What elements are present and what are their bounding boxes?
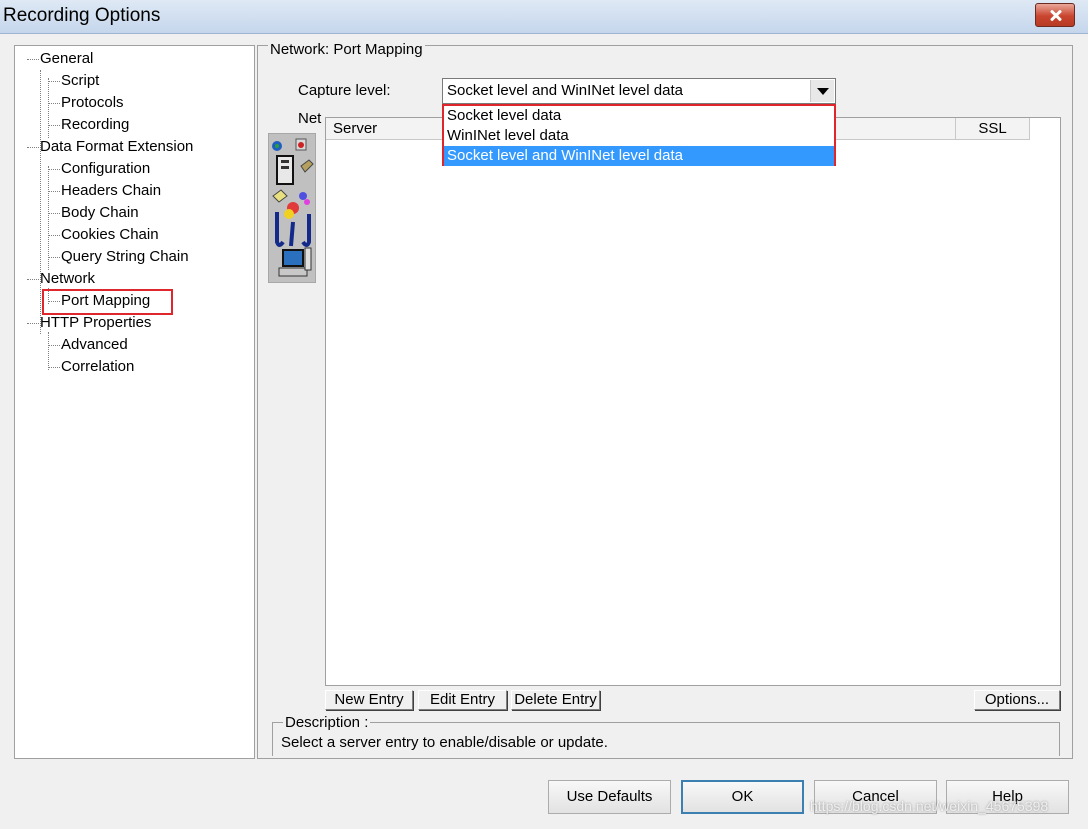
tree-item-advanced[interactable]: Advanced — [61, 335, 128, 355]
capture-option-wininet[interactable]: WinINet level data — [444, 126, 834, 146]
title-bar: Recording Options — [0, 0, 1088, 34]
tree-item-query-string-chain[interactable]: Query String Chain — [61, 247, 189, 267]
server-table[interactable]: Server SSL — [325, 117, 1061, 686]
tree-item-headers-chain[interactable]: Headers Chain — [61, 181, 161, 201]
close-button[interactable] — [1035, 3, 1075, 27]
tree-item-protocols[interactable]: Protocols — [61, 93, 124, 113]
column-header-ssl[interactable]: SSL — [956, 118, 1030, 140]
capture-level-value: Socket level and WinINet level data — [447, 82, 683, 99]
dialog-body: General Script Protocols Recording Data … — [0, 35, 1088, 829]
tree-item-recording[interactable]: Recording — [61, 115, 129, 135]
capture-level-select[interactable]: Socket level and WinINet level data — [442, 78, 836, 104]
tree-item-configuration[interactable]: Configuration — [61, 159, 150, 179]
tree-item-network[interactable]: Network — [40, 269, 95, 289]
network-diagram-icon — [272, 138, 314, 277]
group-title: Network: Port Mapping — [268, 41, 425, 58]
options-tree: General Script Protocols Recording Data … — [14, 45, 255, 759]
capture-level-dropdown-list[interactable]: Socket level data WinINet level data Soc… — [442, 104, 836, 166]
network-level-label: Net — [298, 110, 322, 127]
use-defaults-button[interactable]: Use Defaults — [548, 780, 671, 814]
description-label: Description : — [283, 714, 371, 731]
options-button[interactable]: Options... — [974, 690, 1060, 710]
tree-item-script[interactable]: Script — [61, 71, 99, 91]
selected-item-highlight — [42, 289, 173, 315]
capture-level-label: Capture level: — [298, 82, 391, 99]
network-icons-strip — [268, 133, 316, 283]
tree-item-body-chain[interactable]: Body Chain — [61, 203, 139, 223]
watermark: https://blog.csdn.net/weixin_45675398 — [810, 798, 1049, 814]
tree-item-http-properties[interactable]: HTTP Properties — [40, 313, 151, 333]
description-text: Select a server entry to enable/disable … — [281, 734, 608, 751]
capture-option-socket-and-wininet[interactable]: Socket level and WinINet level data — [444, 146, 834, 166]
tree-item-correlation[interactable]: Correlation — [61, 357, 134, 377]
ok-button[interactable]: OK — [681, 780, 804, 814]
capture-option-socket[interactable]: Socket level data — [444, 106, 834, 126]
new-entry-button[interactable]: New Entry — [325, 690, 413, 710]
delete-entry-button[interactable]: Delete Entry — [511, 690, 600, 710]
port-mapping-panel: Network: Port Mapping Capture level: Soc… — [257, 41, 1073, 759]
window-title: Recording Options — [3, 5, 161, 26]
tree-item-cookies-chain[interactable]: Cookies Chain — [61, 225, 159, 245]
tree-item-data-format-extension[interactable]: Data Format Extension — [40, 137, 193, 157]
tree-item-general[interactable]: General — [40, 49, 93, 69]
description-group: Description : Select a server entry to e… — [272, 714, 1060, 756]
dropdown-arrow-icon[interactable] — [810, 80, 834, 102]
edit-entry-button[interactable]: Edit Entry — [418, 690, 507, 710]
